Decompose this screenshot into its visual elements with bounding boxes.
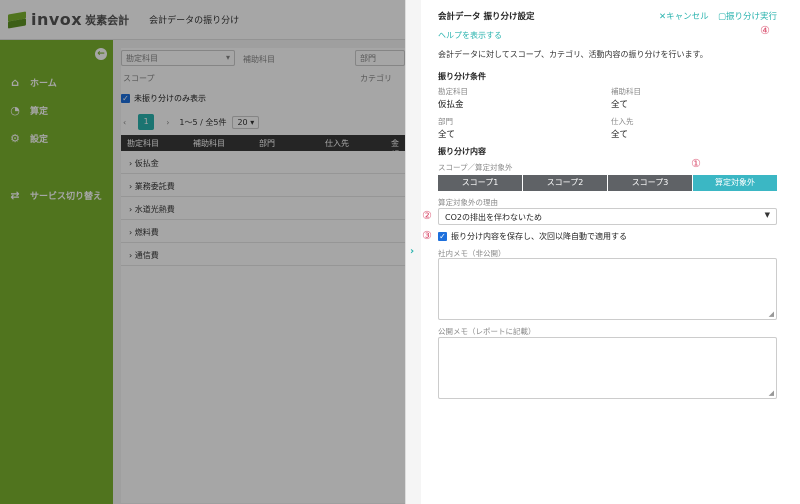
modal-backdrop[interactable] [0,0,405,504]
execute-label: 振り分け実行 [726,12,778,22]
resize-handle-icon[interactable]: ◢ [769,310,774,318]
save-rule-label: 振り分け内容を保存し、次回以降自動で適用する [451,232,627,241]
panel-title: 会計データ 振り分け設定 [438,12,535,22]
annotation-marker-1: ① [691,157,701,170]
help-link[interactable]: ヘルプを表示する [438,30,502,41]
save-icon: ▢ [718,12,727,22]
internal-memo-input[interactable]: ◢ [438,258,777,320]
assignment-settings-panel: 会計データ 振り分け設定 ✕キャンセル ▢振り分け実行 ④ ヘルプを表示する 会… [421,0,800,504]
reason-select[interactable]: CO2の排出を伴わないため ▼ [438,208,777,225]
annotation-marker-3: ③ [422,229,432,242]
department-value: 全て [438,130,456,140]
conditions-heading: 振り分け条件 [438,72,486,81]
reason-select-value: CO2の排出を伴わないため [445,213,542,222]
cancel-label: キャンセル [666,12,709,22]
tab-scope-3[interactable]: スコープ3 [608,175,692,191]
panel-toggle-handle[interactable]: › [405,0,421,504]
supplier-value: 全て [611,130,629,140]
resize-handle-icon[interactable]: ◢ [769,389,774,397]
tab-scope-2[interactable]: スコープ2 [523,175,607,191]
sub-account-label: 補助科目 [611,87,641,96]
scope-selector-label: スコープ／算定対象外 [438,163,513,172]
execute-assignment-button[interactable]: ▢振り分け実行 [718,10,777,22]
account-value: 仮払金 [438,100,464,110]
chevron-right-icon: › [410,246,415,257]
check-icon: ✓ [438,232,447,241]
supplier-label: 仕入先 [611,117,634,126]
sub-account-value: 全て [611,100,629,110]
tab-out-of-scope[interactable]: 算定対象外 [693,175,777,191]
public-memo-input[interactable]: ◢ [438,337,777,399]
panel-description: 会計データに対してスコープ、カテゴリ、活動内容の振り分けを行います。 [438,50,708,59]
cancel-button[interactable]: ✕キャンセル [659,10,709,22]
annotation-marker-4: ④ [760,24,770,37]
tab-scope-1[interactable]: スコープ1 [438,175,522,191]
reason-label: 算定対象外の理由 [438,198,498,207]
annotation-marker-2: ② [422,209,432,222]
save-rule-checkbox[interactable]: ✓ 振り分け内容を保存し、次回以降自動で適用する [438,231,627,242]
content-heading: 振り分け内容 [438,147,486,156]
chevron-down-icon: ▼ [764,211,770,219]
scope-tab-group: スコープ1 スコープ2 スコープ3 算定対象外 [438,175,777,191]
account-label: 勘定科目 [438,87,468,96]
public-memo-label: 公開メモ（レポートに記載） [438,327,536,336]
department-label: 部門 [438,117,453,126]
